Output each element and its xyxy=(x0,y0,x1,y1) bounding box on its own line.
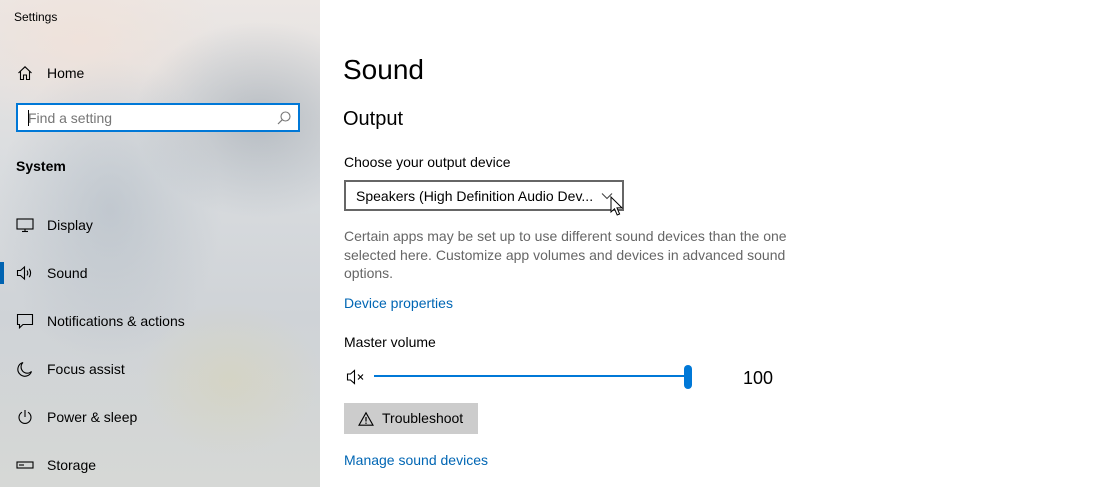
nav-home-label: Home xyxy=(47,65,85,81)
sidebar-item-display[interactable]: Display xyxy=(0,205,320,245)
search-icon[interactable] xyxy=(276,110,292,126)
storage-icon xyxy=(16,456,34,474)
master-volume-slider[interactable] xyxy=(344,364,784,390)
sidebar-item-storage[interactable]: Storage xyxy=(0,445,320,485)
sidebar-item-label: Display xyxy=(47,217,93,233)
volume-track[interactable] xyxy=(374,375,690,377)
troubleshoot-label: Troubleshoot xyxy=(382,410,464,426)
text-caret xyxy=(28,110,29,126)
sidebar-item-label: Power & sleep xyxy=(47,409,138,425)
display-icon xyxy=(16,216,34,234)
mouse-cursor-icon xyxy=(610,195,624,218)
sidebar-item-focus-assist[interactable]: Focus assist xyxy=(0,349,320,389)
output-device-value: Speakers (High Definition Audio Dev... xyxy=(356,188,594,204)
master-volume-value: 100 xyxy=(743,368,774,388)
section-heading-system: System xyxy=(16,158,66,174)
sidebar-item-label: Sound xyxy=(47,265,88,281)
output-device-dropdown[interactable]: Speakers (High Definition Audio Dev... xyxy=(344,180,624,211)
sidebar-item-notifications[interactable]: Notifications & actions xyxy=(0,301,320,341)
manage-sound-devices-link[interactable]: Manage sound devices xyxy=(344,452,488,468)
device-properties-link[interactable]: Device properties xyxy=(344,295,453,311)
volume-thumb[interactable] xyxy=(684,365,692,389)
warning-icon xyxy=(358,411,374,427)
notification-icon xyxy=(16,312,34,330)
search-input[interactable] xyxy=(28,109,268,127)
master-volume-label: Master volume xyxy=(344,334,436,350)
section-heading-output: Output xyxy=(343,108,404,130)
page-title: Sound xyxy=(343,54,424,85)
search-box[interactable] xyxy=(16,103,300,132)
sidebar-item-sound[interactable]: Sound xyxy=(0,253,320,293)
output-device-label: Choose your output device xyxy=(344,154,511,170)
sidebar: Settings Home System Display Sound Notif… xyxy=(0,0,320,487)
home-icon xyxy=(16,64,34,82)
sidebar-item-label: Notifications & actions xyxy=(47,313,185,329)
speaker-icon xyxy=(16,264,34,282)
sidebar-item-power-sleep[interactable]: Power & sleep xyxy=(0,397,320,437)
sidebar-item-label: Storage xyxy=(47,457,97,473)
power-icon xyxy=(16,408,34,426)
moon-icon xyxy=(16,360,34,378)
nav-home[interactable]: Home xyxy=(0,53,320,93)
window-title: Settings xyxy=(14,10,58,24)
mute-icon[interactable] xyxy=(346,367,368,387)
sidebar-item-label: Focus assist xyxy=(47,361,125,377)
troubleshoot-button[interactable]: Troubleshoot xyxy=(344,403,478,434)
main-content: Sound Output Choose your output device S… xyxy=(320,0,1102,487)
output-description: Certain apps may be set up to use differ… xyxy=(344,228,787,281)
